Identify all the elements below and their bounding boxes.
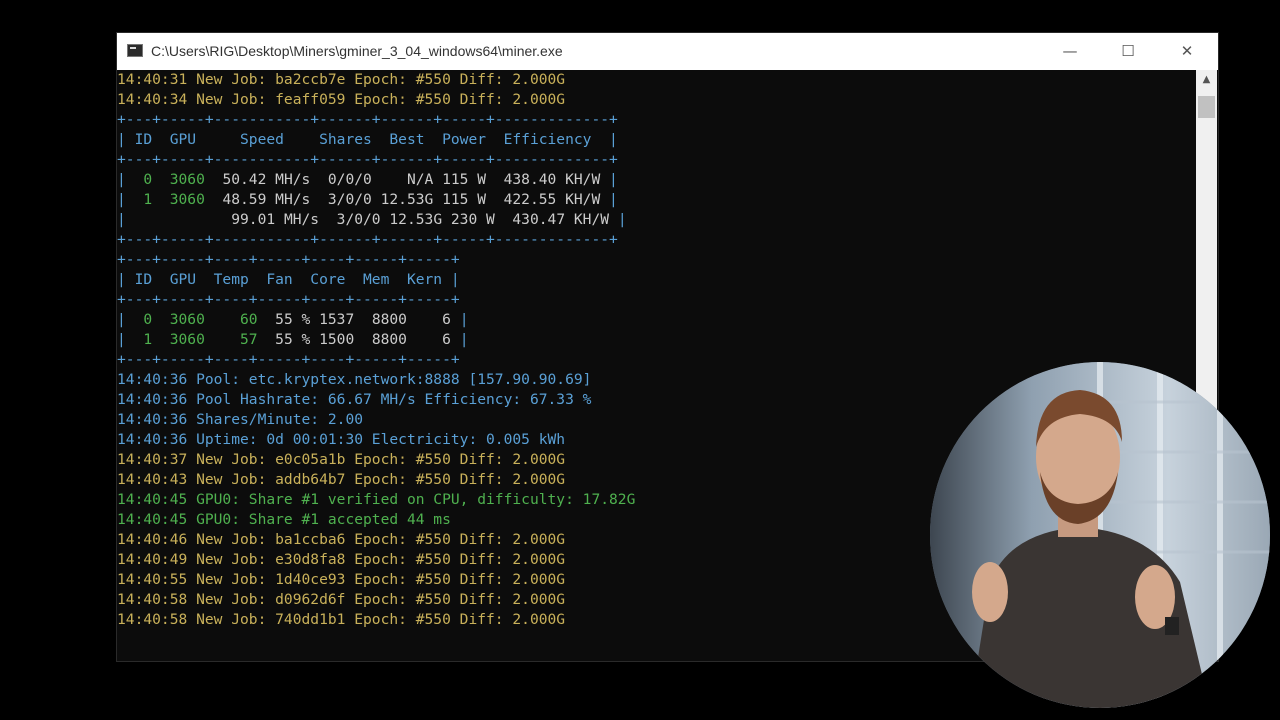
console-segment: 1 3060 [143,191,205,208]
console-segment: | [609,171,618,188]
close-button[interactable]: ✕ [1164,33,1210,70]
console-line: | 99.01 MH/s 3/0/0 12.53G 230 W 430.47 K… [117,210,1195,230]
console-segment: 55 % 1537 8800 6 [257,311,460,328]
console-line: +---+-----+-----------+------+------+---… [117,231,618,248]
console-segment: 48.59 MH/s 3/0/0 12.53G 115 W 422.55 KH/… [204,191,610,208]
console-line: | ID GPU Temp Fan Core Mem Kern | [117,271,460,288]
maximize-button[interactable]: ☐ [1105,33,1151,70]
webcam-overlay [930,362,1270,708]
minimize-button[interactable]: — [1047,33,1093,70]
console-segment: | [459,331,469,348]
console-segment: | [117,331,144,348]
webcam-presenter-image [930,362,1270,708]
console-line: 14:40:31 New Job: ba2ccb7e Epoch: #550 D… [117,71,566,88]
scroll-thumb[interactable] [1198,96,1215,118]
console-segment: | [117,171,144,188]
console-segment: 99.01 MH/s 3/0/0 12.53G 230 W 430.47 KH/… [125,211,618,228]
console-segment: | [117,211,126,228]
console-line: +---+-----+-----------+------+------+---… [117,111,618,128]
window-title: C:\Users\RIG\Desktop\Miners\gminer_3_04_… [151,43,563,59]
console-segment: 50.42 MH/s 0/0/0 N/A 115 W 438.40 KH/W [204,171,610,188]
console-line: 14:40:34 New Job: feaff059 Epoch: #550 D… [117,91,566,108]
console-line: +---+-----+----+-----+----+-----+-----+ [117,291,460,308]
console-segment: | [617,211,627,228]
console-line: | 1 3060 48.59 MH/s 3/0/0 12.53G 115 W 4… [117,190,1195,210]
console-segment: | [117,191,144,208]
console-line: | 0 3060 60 55 % 1537 8800 6 | [117,310,1195,330]
console-line: +---+-----+-----------+------+------+---… [117,151,618,168]
console-line: | 0 3060 50.42 MH/s 0/0/0 N/A 115 W 438.… [117,170,1195,190]
console-line: +---+-----+----+-----+----+-----+-----+ [117,351,460,368]
console-segment: 1 3060 57 [143,331,258,348]
title-bar[interactable]: C:\Users\RIG\Desktop\Miners\gminer_3_04_… [117,33,1218,70]
scroll-up-arrow-icon[interactable]: ▲ [1196,70,1217,90]
console-segment: 0 3060 60 [143,311,258,328]
console-line: | ID GPU Speed Shares Best Power Efficie… [117,131,618,148]
console-line: | 1 3060 57 55 % 1500 8800 6 | [117,330,1195,350]
console-segment: | [117,311,144,328]
console-segment: 55 % 1500 8800 6 [257,331,460,348]
console-segment: | [459,311,469,328]
console-segment: 0 3060 [143,171,205,188]
console-line: +---+-----+----+-----+----+-----+-----+ [117,251,460,268]
console-segment: | [609,191,618,208]
console-app-icon [127,44,143,57]
